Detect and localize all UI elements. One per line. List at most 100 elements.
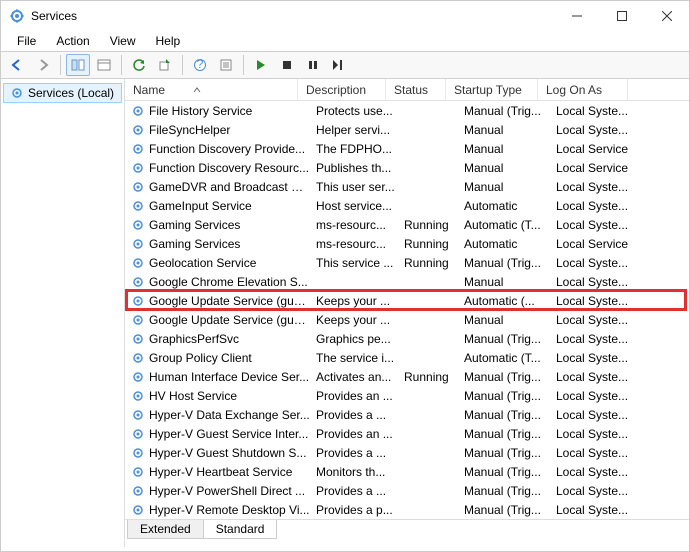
gear-icon <box>131 237 145 251</box>
cell-name: GraphicsPerfSvc <box>149 332 316 346</box>
menu-action[interactable]: Action <box>48 32 97 50</box>
table-row[interactable]: Human Interface Device Ser...Activates a… <box>125 367 689 386</box>
help-button[interactable]: ? <box>188 54 212 76</box>
titlebar: Services <box>1 1 689 31</box>
forward-button[interactable] <box>31 54 55 76</box>
close-button[interactable] <box>644 1 689 31</box>
table-row[interactable]: Google Update Service (gup...Keeps your … <box>125 310 689 329</box>
cell-description: Provides a ... <box>316 446 404 460</box>
toolbar: ? <box>1 51 689 79</box>
cell-status: Running <box>404 237 464 251</box>
col-status[interactable]: Status <box>386 79 446 100</box>
gear-icon <box>131 427 145 441</box>
gear-icon <box>131 484 145 498</box>
table-row[interactable]: Gaming Servicesms-resourc...RunningAutom… <box>125 234 689 253</box>
gear-icon <box>131 351 145 365</box>
restart-service-button[interactable] <box>327 54 351 76</box>
gear-icon <box>10 86 24 100</box>
tree-root-item[interactable]: Services (Local) <box>3 83 122 103</box>
tree-panel[interactable]: Services (Local) <box>1 79 125 547</box>
cell-startup-type: Manual (Trig... <box>464 503 556 517</box>
cell-name: Google Update Service (gup... <box>149 294 316 308</box>
gear-icon <box>131 256 145 270</box>
list-panel: Name Description Status Startup Type Log… <box>125 79 689 547</box>
cell-name: Hyper-V Data Exchange Ser... <box>149 408 316 422</box>
pause-service-button[interactable] <box>301 54 325 76</box>
col-name[interactable]: Name <box>125 79 298 100</box>
cell-description: The service i... <box>316 351 404 365</box>
table-row[interactable]: Function Discovery Provide...The FDPHO..… <box>125 139 689 158</box>
table-row[interactable]: GameInput ServiceHost service...Automati… <box>125 196 689 215</box>
gear-icon <box>131 465 145 479</box>
cell-startup-type: Manual <box>464 313 556 327</box>
cell-description: Provides an ... <box>316 427 404 441</box>
cell-description: This service ... <box>316 256 404 270</box>
separator <box>182 55 183 75</box>
cell-description: Monitors th... <box>316 465 404 479</box>
tab-standard[interactable]: Standard <box>203 520 278 539</box>
cell-description: Graphics pe... <box>316 332 404 346</box>
table-row[interactable]: File History ServiceProtects use...Manua… <box>125 101 689 120</box>
table-row[interactable]: Hyper-V Data Exchange Ser...Provides a .… <box>125 405 689 424</box>
cell-description: Activates an... <box>316 370 404 384</box>
cell-logon-as: Local Syste... <box>556 370 646 384</box>
cell-description: This user ser... <box>316 180 404 194</box>
table-row[interactable]: Google Chrome Elevation S...ManualLocal … <box>125 272 689 291</box>
table-row[interactable]: Group Policy ClientThe service i...Autom… <box>125 348 689 367</box>
show-hide-tree-button[interactable] <box>66 54 90 76</box>
cell-description: Keeps your ... <box>316 294 404 308</box>
start-service-button[interactable] <box>249 54 273 76</box>
cell-description: Protects use... <box>316 104 404 118</box>
gear-icon <box>131 503 145 517</box>
cell-description: ms-resourc... <box>316 218 404 232</box>
cell-name: Hyper-V Guest Shutdown S... <box>149 446 316 460</box>
table-row[interactable]: GameDVR and Broadcast Us...This user ser… <box>125 177 689 196</box>
table-row[interactable]: Hyper-V Guest Service Inter...Provides a… <box>125 424 689 443</box>
window-title: Services <box>31 9 554 23</box>
stop-service-button[interactable] <box>275 54 299 76</box>
maximize-button[interactable] <box>599 1 644 31</box>
cell-description: Provides a ... <box>316 408 404 422</box>
table-row[interactable]: Function Discovery Resourc...Publishes t… <box>125 158 689 177</box>
gear-icon <box>131 123 145 137</box>
cell-description: Host service... <box>316 199 404 213</box>
cell-name: HV Host Service <box>149 389 316 403</box>
cell-name: GameDVR and Broadcast Us... <box>149 180 316 194</box>
table-row[interactable]: Gaming Servicesms-resourc...RunningAutom… <box>125 215 689 234</box>
cell-description: Provides an ... <box>316 389 404 403</box>
cell-logon-as: Local Syste... <box>556 427 646 441</box>
col-logon-as[interactable]: Log On As <box>538 79 628 100</box>
column-headers: Name Description Status Startup Type Log… <box>125 79 689 101</box>
table-row[interactable]: GraphicsPerfSvcGraphics pe...Manual (Tri… <box>125 329 689 348</box>
cell-startup-type: Manual <box>464 123 556 137</box>
table-row[interactable]: Geolocation ServiceThis service ...Runni… <box>125 253 689 272</box>
col-description[interactable]: Description <box>298 79 386 100</box>
cell-name: Group Policy Client <box>149 351 316 365</box>
table-row[interactable]: Hyper-V Heartbeat ServiceMonitors th... M… <box>125 462 689 481</box>
cell-startup-type: Automatic <box>464 237 556 251</box>
detail-pane-button[interactable] <box>92 54 116 76</box>
table-row[interactable]: Hyper-V Guest Shutdown S...Provides a ..… <box>125 443 689 462</box>
tab-extended[interactable]: Extended <box>127 520 204 539</box>
cell-logon-as: Local Syste... <box>556 389 646 403</box>
minimize-button[interactable] <box>554 1 599 31</box>
menu-help[interactable]: Help <box>148 32 189 50</box>
cell-startup-type: Manual (Trig... <box>464 389 556 403</box>
col-startup-type[interactable]: Startup Type <box>446 79 538 100</box>
table-row[interactable]: HV Host ServiceProvides an ... Manual (Tr… <box>125 386 689 405</box>
menu-file[interactable]: File <box>9 32 44 50</box>
gear-icon <box>131 218 145 232</box>
refresh-button[interactable] <box>127 54 151 76</box>
back-button[interactable] <box>5 54 29 76</box>
menu-view[interactable]: View <box>102 32 144 50</box>
cell-description: Publishes th... <box>316 161 404 175</box>
service-list[interactable]: File History ServiceProtects use...Manua… <box>125 101 689 519</box>
cell-startup-type: Manual (Trig... <box>464 465 556 479</box>
table-row[interactable]: Google Update Service (gup...Keeps your … <box>125 291 689 310</box>
properties-button[interactable] <box>214 54 238 76</box>
export-button[interactable] <box>153 54 177 76</box>
table-row[interactable]: FileSyncHelperHelper servi...ManualLocal… <box>125 120 689 139</box>
cell-name: Hyper-V Heartbeat Service <box>149 465 316 479</box>
table-row[interactable]: Hyper-V Remote Desktop Vi...Provides a p… <box>125 500 689 519</box>
table-row[interactable]: Hyper-V PowerShell Direct ...Provides a … <box>125 481 689 500</box>
